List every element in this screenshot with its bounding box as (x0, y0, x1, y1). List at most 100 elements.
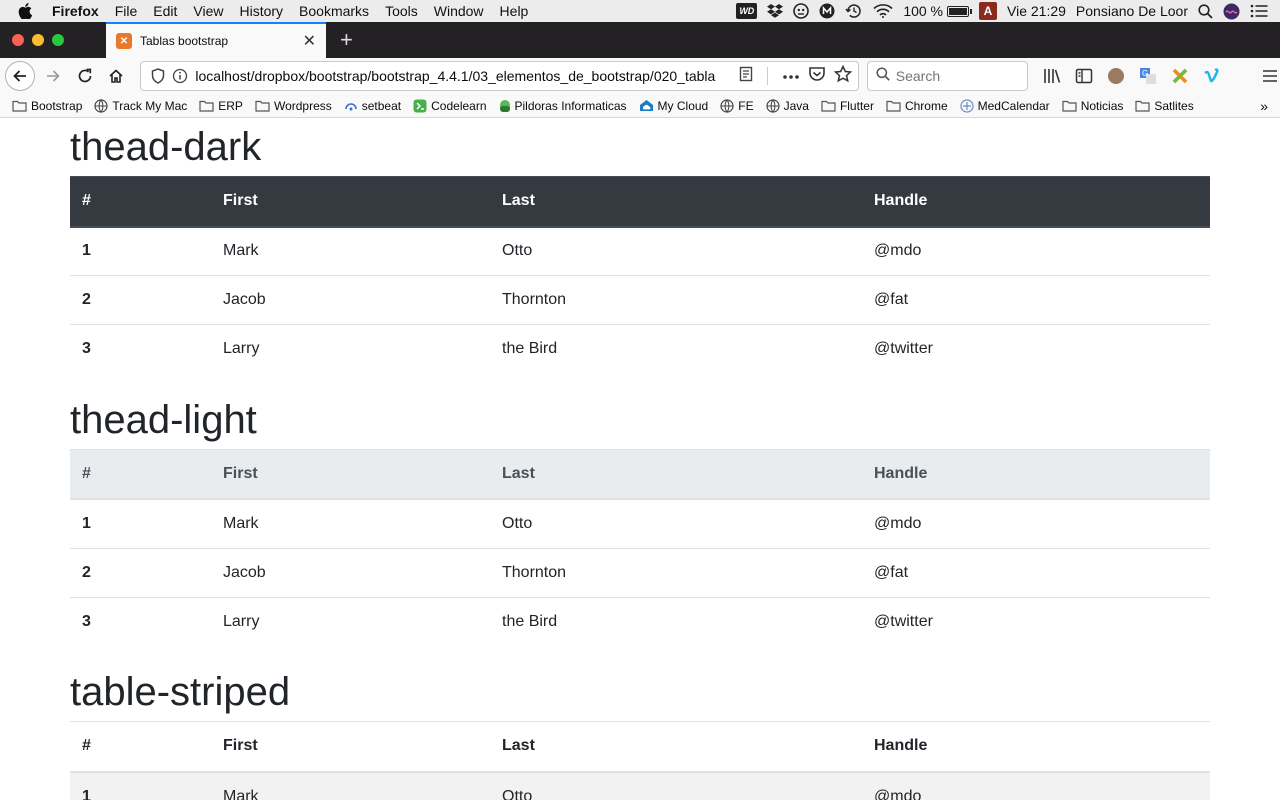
search-icon (876, 66, 890, 86)
spotlight-search-icon[interactable] (1198, 3, 1213, 19)
table-header: # First Last Handle (70, 721, 1210, 773)
close-window-button[interactable] (12, 34, 24, 46)
bookmark-label: Satlites (1154, 98, 1194, 113)
bookmark-fe[interactable]: FE (720, 98, 754, 113)
reload-button[interactable] (69, 61, 101, 91)
bookmark-flutter[interactable]: Flutter (821, 99, 874, 113)
menubar-user[interactable]: Ponsiano De Loor (1076, 3, 1188, 19)
table-row: 3 Larry the Bird @twitter (70, 324, 1210, 374)
cell-handle: @mdo (862, 226, 1210, 276)
bookmark-label: Track My Mac (112, 98, 188, 113)
bookmark-star-icon[interactable] (833, 64, 853, 88)
window-controls (12, 34, 106, 46)
forward-button[interactable] (37, 61, 69, 91)
cell-handle: @twitter (862, 596, 1210, 646)
bookmark-my-cloud[interactable]: My Cloud (639, 98, 709, 113)
ghost-app-icon[interactable] (793, 3, 810, 19)
battery-percent: 100 % (903, 3, 944, 19)
bookmark-noticias[interactable]: Noticias (1062, 99, 1123, 113)
cell-num: 1 (70, 771, 211, 800)
close-tab-icon[interactable]: ✕ (303, 31, 316, 51)
header-handle: Handle (862, 448, 1210, 500)
reader-view-icon[interactable] (739, 66, 753, 87)
bookmark-label: ERP (218, 98, 243, 113)
bookmark-pildoras-informaticas[interactable]: Pildoras Informaticas (499, 99, 627, 113)
menu-bookmarks[interactable]: Bookmarks (291, 3, 377, 19)
battery-icon (947, 5, 973, 17)
page-actions-icon[interactable] (782, 67, 800, 85)
home-button[interactable] (101, 61, 133, 91)
bookmark-track-my-mac[interactable]: Track My Mac (94, 99, 187, 113)
table-row: 1 Mark Otto @mdo (70, 771, 1210, 800)
bookmark-label: My Cloud (657, 98, 709, 113)
bookmark-erp[interactable]: ERP (199, 99, 243, 113)
pocket-icon[interactable] (808, 66, 826, 87)
cell-num: 3 (70, 596, 211, 646)
siri-icon[interactable] (1223, 3, 1240, 19)
battery-indicator[interactable]: 100 % (903, 3, 973, 19)
menu-help[interactable]: Help (492, 3, 537, 19)
bookmark-bootstrap[interactable]: Bootstrap (12, 99, 82, 113)
site-info-icon[interactable] (169, 68, 191, 84)
xampp-extension-icon[interactable] (1170, 66, 1190, 86)
m-app-icon[interactable] (819, 3, 835, 19)
menu-app-firefox[interactable]: Firefox (44, 3, 107, 19)
bookmark-chrome[interactable]: Chrome (886, 99, 948, 113)
url-text[interactable]: localhost/dropbox/bootstrap/bootstrap_4.… (195, 68, 732, 84)
menu-history[interactable]: History (231, 3, 291, 19)
nav-toolbar: localhost/dropbox/bootstrap/bootstrap_4.… (0, 58, 1280, 94)
bookmark-codelearn[interactable]: Codelearn (413, 99, 487, 113)
bookmark-label: FE (738, 98, 754, 113)
bookmark-label: Pildoras Informaticas (514, 98, 627, 113)
table-row: 1 Mark Otto @mdo (70, 226, 1210, 276)
time-machine-icon[interactable] (845, 3, 863, 19)
back-button[interactable] (5, 61, 35, 91)
hamburger-menu-icon[interactable] (1260, 66, 1280, 86)
bookmark-java[interactable]: Java (765, 99, 809, 113)
search-box[interactable] (866, 61, 1029, 91)
library-icon[interactable] (1042, 66, 1062, 86)
codelearn-icon (413, 99, 427, 113)
input-source-icon[interactable]: A (979, 2, 998, 20)
tracking-shield-icon[interactable] (147, 68, 169, 84)
more-bookmarks-icon[interactable]: » (1260, 98, 1268, 114)
bookmark-setbeat[interactable]: setbeat (344, 99, 401, 113)
bookmark-satlites[interactable]: Satlites (1135, 98, 1194, 113)
url-bar[interactable]: localhost/dropbox/bootstrap/bootstrap_4.… (140, 61, 859, 91)
cell-num: 1 (70, 498, 211, 548)
vimeo-extension-icon[interactable] (1202, 66, 1222, 86)
cell-last: Otto (490, 498, 862, 548)
dropbox-icon[interactable] (767, 3, 784, 19)
sidebar-toggle-icon[interactable] (1074, 66, 1094, 86)
minimize-window-button[interactable] (32, 34, 44, 46)
tab-title: Tablas bootstrap (140, 34, 229, 48)
folder-icon (12, 100, 27, 112)
table-row: 2 Jacob Thornton @fat (70, 547, 1210, 597)
menu-window[interactable]: Window (426, 3, 492, 19)
header-last: Last (490, 721, 862, 773)
search-input[interactable] (895, 68, 1016, 84)
notification-center-icon[interactable] (1250, 3, 1268, 19)
translate-extension-icon[interactable]: G (1138, 66, 1158, 86)
apple-menu-icon[interactable] (18, 3, 38, 19)
cell-first: Larry (211, 596, 490, 646)
zoom-window-button[interactable] (52, 34, 64, 46)
tab-tablas-bootstrap[interactable]: ✕ Tablas bootstrap ✕ (106, 22, 326, 58)
menu-file[interactable]: File (107, 3, 146, 19)
menubar-clock[interactable]: Vie 21:29 (1007, 3, 1066, 19)
menu-view[interactable]: View (185, 3, 231, 19)
wd-drive-icon[interactable]: WD (736, 3, 758, 19)
bookmark-medcalendar[interactable]: MedCalendar (960, 99, 1050, 113)
bookmark-label: setbeat (361, 98, 402, 113)
medcalendar-icon (960, 98, 974, 113)
menu-edit[interactable]: Edit (145, 3, 185, 19)
wifi-icon[interactable] (873, 3, 893, 19)
table-header: # First Last Handle (70, 448, 1210, 500)
header-first: First (211, 721, 490, 773)
cell-first: Jacob (211, 547, 490, 597)
menu-tools[interactable]: Tools (377, 3, 426, 19)
bookmark-wordpress[interactable]: Wordpress (255, 99, 332, 113)
new-tab-button[interactable]: + (340, 29, 353, 51)
account-avatar[interactable] (1106, 66, 1126, 86)
globe-icon (94, 98, 108, 113)
